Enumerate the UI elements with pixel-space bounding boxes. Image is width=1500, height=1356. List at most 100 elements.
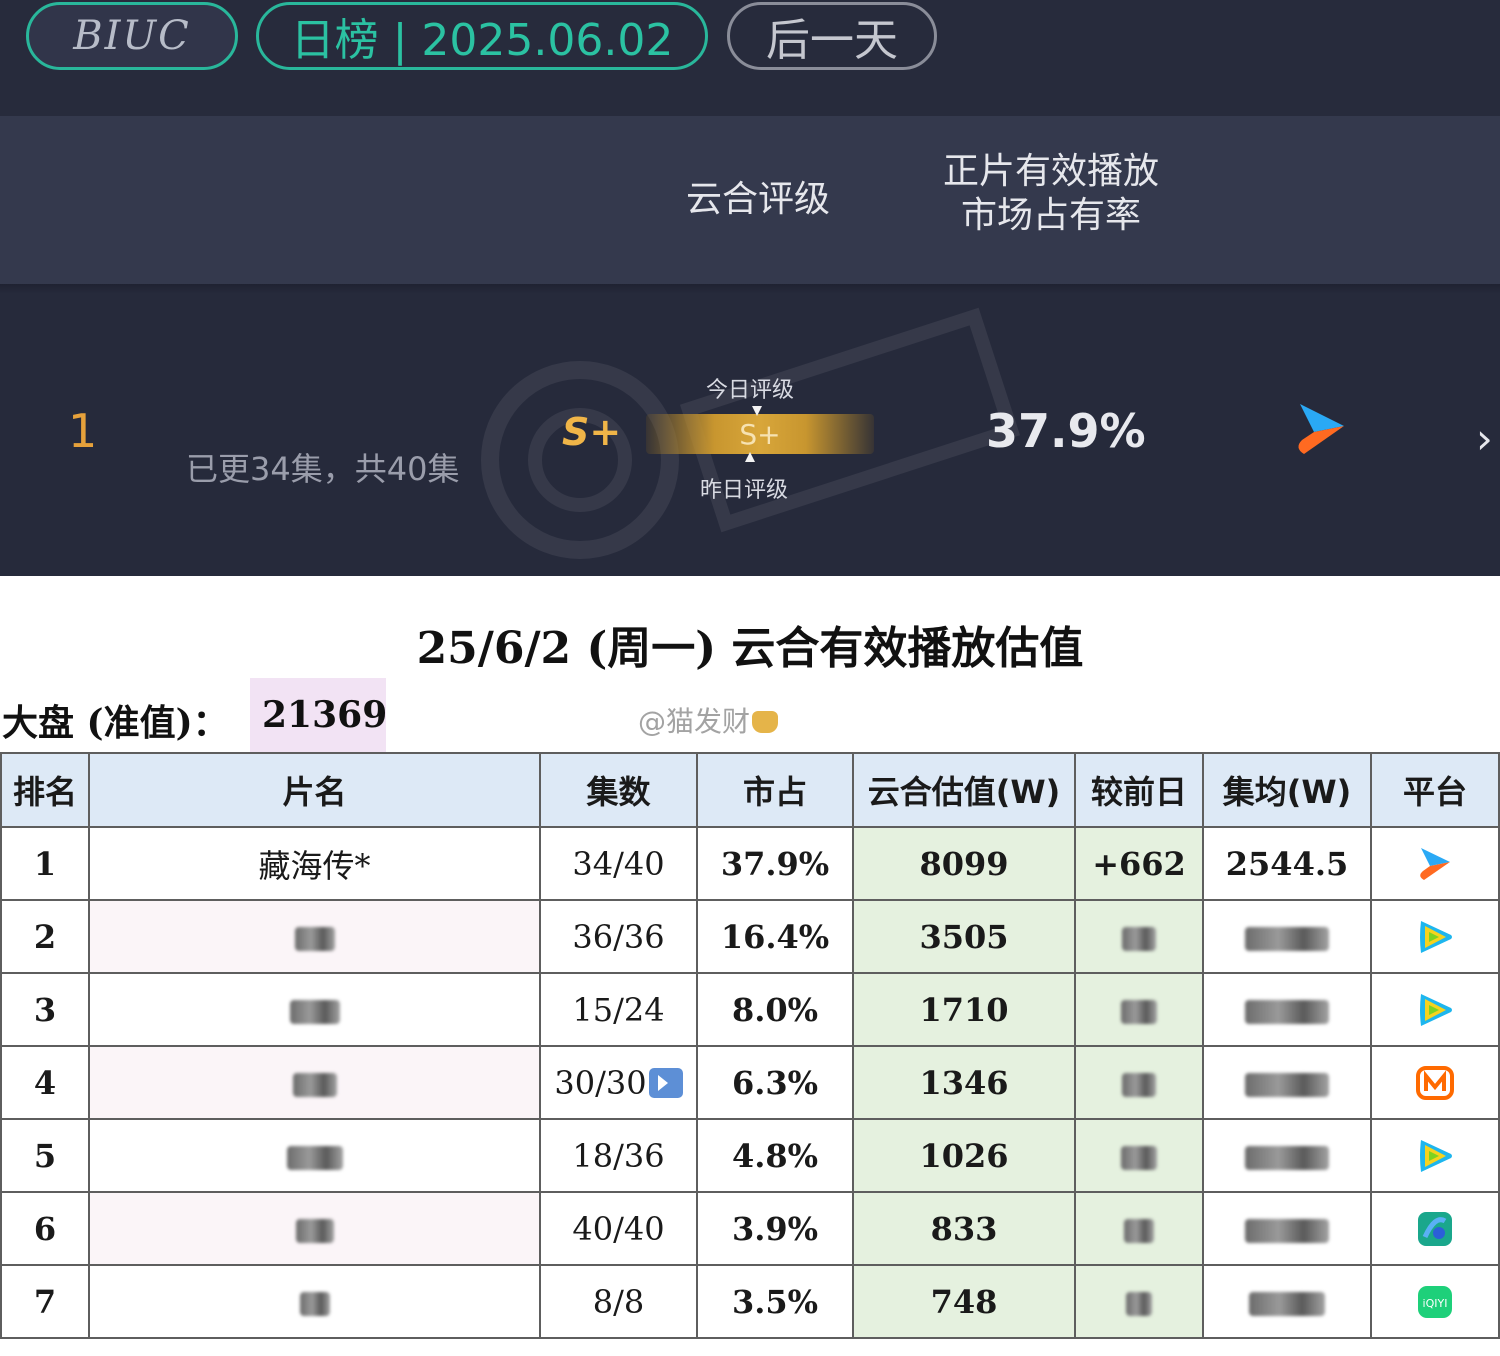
- grade-badge: S+: [562, 410, 622, 454]
- tencent-video-icon: [1415, 916, 1455, 954]
- table-row[interactable]: 7 8/8 3.5% 748 iQIYI: [0, 1264, 1500, 1339]
- youku-icon: [1415, 843, 1455, 881]
- mango-tv-icon: [1415, 1062, 1455, 1101]
- brand-logo: BIUC: [26, 2, 238, 70]
- today-grade-label: 今日评级: [706, 378, 795, 403]
- column-header-share-line1: 正片有效播放: [942, 151, 1159, 192]
- chevron-right-icon[interactable]: ›: [1476, 414, 1493, 463]
- redacted-delta-blur: [1121, 1146, 1157, 1170]
- redacted-delta-blur: [1122, 1073, 1156, 1097]
- avg-cell-redacted: [1202, 1191, 1372, 1266]
- show-title: 藏海传*: [88, 826, 541, 901]
- estimate-cell: 1346: [852, 1045, 1076, 1120]
- market-share-value: 37.9%: [986, 404, 1146, 458]
- share-cell: 37.9%: [696, 826, 854, 901]
- redacted-title-blur: [292, 1073, 337, 1097]
- share-cell: 8.0%: [696, 972, 854, 1047]
- rank-cell: 7: [0, 1264, 90, 1339]
- show-title-redacted: [88, 1045, 541, 1120]
- platform-cell: [1370, 1045, 1500, 1120]
- cat-emoji-icon: [752, 711, 779, 733]
- redacted-avg-blur: [1245, 1146, 1329, 1170]
- table-row[interactable]: 5 18/36 4.8% 1026: [0, 1118, 1500, 1193]
- redacted-title-blur: [299, 1292, 330, 1316]
- today-grade-value: S+: [739, 417, 781, 451]
- rank-cell: 4: [0, 1045, 90, 1120]
- estimate-cell: 3505: [852, 899, 1076, 974]
- rank-cell: 6: [0, 1191, 90, 1266]
- table-row[interactable]: 4 30/30 6.3% 1346: [0, 1045, 1500, 1120]
- table-row[interactable]: 6 40/40 3.9% 833: [0, 1191, 1500, 1266]
- estimate-cell: 1026: [852, 1118, 1076, 1193]
- platform-cell: [1370, 972, 1500, 1047]
- show-title-redacted: [88, 972, 541, 1047]
- episodes-cell: 34/40: [539, 826, 698, 901]
- author-credit-text: @猫发财: [638, 705, 751, 738]
- column-header-rating: 云合评级: [685, 179, 830, 220]
- avg-cell: 2544.5: [1202, 826, 1372, 901]
- episodes-value: 40/40: [572, 1209, 665, 1248]
- daily-chart-date-tab[interactable]: 日榜 | 2025.06.02: [256, 2, 708, 70]
- ranking-table: 排名 片名 集数 市占 云合估值(W) 较前日 集均(W) 平台 1 藏海传* 34…: [0, 752, 1500, 1339]
- svg-text:iQIYI: iQIYI: [1423, 1297, 1448, 1310]
- delta-cell: +662: [1074, 826, 1204, 901]
- today-marker-icon: [752, 406, 762, 416]
- tencent-video-icon: [1415, 989, 1455, 1027]
- rank-number: 1: [68, 404, 98, 458]
- redacted-title-blur: [289, 1000, 340, 1024]
- share-cell: 6.3%: [696, 1045, 854, 1120]
- table-row[interactable]: 2 36/36 16.4% 3505: [0, 899, 1500, 974]
- delta-cell-redacted: [1074, 1118, 1204, 1193]
- brand-logo-text: BIUC: [73, 13, 191, 59]
- estimate-cell: 1710: [852, 972, 1076, 1047]
- redacted-delta-blur: [1122, 927, 1156, 951]
- episodes-value: 36/36: [572, 917, 665, 956]
- yesterday-grade-label: 昨日评级: [700, 478, 789, 503]
- platform-cell: [1370, 826, 1500, 901]
- redacted-title-blur: [294, 927, 335, 951]
- avg-cell-redacted: [1202, 1118, 1372, 1193]
- estimate-cell: 8099: [852, 826, 1076, 901]
- episodes-value: 8/8: [592, 1282, 645, 1321]
- table-row[interactable]: 1 藏海传* 34/40 37.9% 8099 +662 2544.5: [0, 826, 1500, 901]
- iqiyi-icon: iQIYI: [1415, 1281, 1455, 1319]
- platform-cell: [1370, 1191, 1500, 1266]
- redacted-title-blur: [295, 1219, 334, 1243]
- rank-cell: 5: [0, 1118, 90, 1193]
- rank-cell: 3: [0, 972, 90, 1047]
- header-platform: 平台: [1370, 752, 1500, 828]
- show-title-redacted: [88, 1191, 541, 1266]
- estimate-cell: 748: [852, 1264, 1076, 1339]
- header-divider: [0, 284, 1500, 294]
- redacted-delta-blur: [1126, 1292, 1152, 1316]
- ranking-app-panel: BIUC 日榜 | 2025.06.02 后一天 云合评级 正片有效播放 市场占…: [0, 0, 1500, 576]
- share-cell: 4.8%: [696, 1118, 854, 1193]
- completed-badge-icon: [648, 1067, 683, 1098]
- grade-compare-bar: S+: [646, 414, 874, 454]
- delta-cell-redacted: [1074, 1045, 1204, 1120]
- table-row[interactable]: 3 15/24 8.0% 1710: [0, 972, 1500, 1047]
- redacted-avg-blur: [1245, 1000, 1329, 1024]
- redacted-avg-blur: [1245, 927, 1329, 951]
- rank-cell: 2: [0, 899, 90, 974]
- show-title-redacted: [88, 1118, 541, 1193]
- next-day-button[interactable]: 后一天: [727, 2, 937, 70]
- episodes-cell: 30/30: [539, 1045, 698, 1120]
- column-header-share: 正片有效播放 市场占有率: [920, 150, 1182, 238]
- avg-cell-redacted: [1202, 1045, 1372, 1120]
- column-header-share-line2: 市场占有率: [960, 195, 1141, 236]
- delta-cell-redacted: [1074, 1191, 1204, 1266]
- yesterday-marker-icon: [745, 452, 755, 462]
- rank-cell: 1: [0, 826, 90, 901]
- redacted-title-blur: [286, 1146, 343, 1170]
- delta-cell-redacted: [1074, 899, 1204, 974]
- share-cell: 16.4%: [696, 899, 854, 974]
- total-value: 21369: [262, 694, 388, 736]
- tv-channel-icon: [1415, 1208, 1455, 1247]
- tencent-video-icon: [1415, 1135, 1455, 1173]
- episodes-value: 15/24: [572, 990, 665, 1029]
- header-episodes: 集数: [539, 752, 698, 828]
- header-share: 市占: [696, 752, 854, 828]
- delta-cell-redacted: [1074, 1264, 1204, 1339]
- redacted-avg-blur: [1245, 1219, 1329, 1243]
